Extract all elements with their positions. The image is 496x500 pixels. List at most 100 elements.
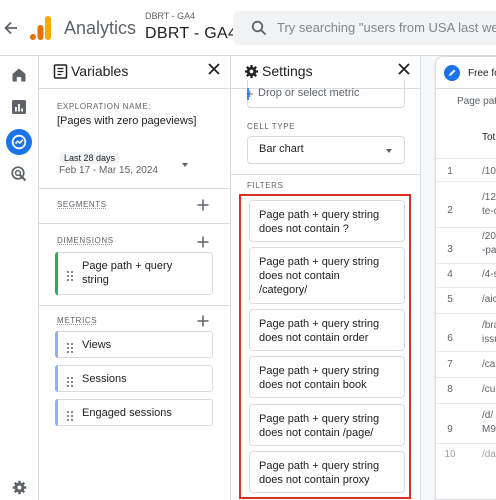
- date-range-selector[interactable]: Last 28 days Feb 17 - Mar 15, 2024: [51, 150, 201, 180]
- search-icon: [251, 20, 267, 36]
- top-bar: Analytics DBRT - GA4 DBRT - GA4 Try sear…: [0, 0, 496, 56]
- analytics-logo-icon[interactable]: [30, 16, 52, 40]
- dimension-column-label: Page path: [457, 96, 496, 107]
- drop-metric-text[interactable]: Drop or select metric: [258, 87, 359, 99]
- divider: [436, 227, 496, 228]
- divider: [436, 351, 496, 352]
- variables-header: Variables: [39, 56, 230, 86]
- property-name[interactable]: DBRT - GA4: [145, 25, 237, 43]
- dimension-name-cont: string: [82, 274, 109, 286]
- table-cell: /10: [482, 166, 496, 177]
- divider: [436, 403, 496, 404]
- row-number: 3: [447, 244, 453, 255]
- filter-text: Page path + query string does not contain…: [259, 365, 380, 391]
- table-cell: -pa: [482, 245, 496, 256]
- filter-chip[interactable]: Page path + query string does not contain…: [249, 451, 405, 493]
- divider: [39, 305, 230, 306]
- row-number: 6: [447, 333, 453, 344]
- divider: [231, 174, 420, 175]
- divider: [436, 287, 496, 288]
- exploration-name-label: EXPLORATION NAME:: [57, 102, 152, 111]
- filter-chip[interactable]: Page path + query string does not contain…: [249, 356, 405, 398]
- exploration-name-field[interactable]: [Pages with zero pageviews]: [57, 115, 196, 127]
- dimension-name: Page path + query: [82, 260, 173, 272]
- drag-handle-icon[interactable]: [67, 408, 73, 421]
- advertising-icon[interactable]: [10, 165, 28, 183]
- filters-highlight-box: Page path + query string does not contain…: [239, 194, 411, 499]
- metric-color-bar: [55, 365, 58, 392]
- divider: [436, 377, 496, 378]
- free-form-tab: Free fo Page path Tot 1 /10 2 /12 te-c 3…: [435, 56, 496, 500]
- metric-chip-views[interactable]: Views: [55, 331, 213, 358]
- row-number: 8: [447, 384, 453, 395]
- back-arrow-icon[interactable]: [4, 18, 22, 38]
- close-icon[interactable]: [207, 62, 221, 76]
- plus-icon: +: [246, 86, 254, 101]
- divider: [39, 223, 230, 224]
- table-cell: /12: [482, 192, 496, 203]
- filter-text: Page path + query string does not contain…: [259, 413, 380, 439]
- divider: [436, 443, 496, 444]
- divider: [436, 263, 496, 264]
- table-cell: /bra: [482, 320, 496, 331]
- variables-panel: Variables EXPLORATION NAME: [Pages with …: [38, 56, 230, 500]
- add-metric-plus-icon[interactable]: [197, 314, 209, 327]
- dimension-color-bar: [55, 252, 58, 295]
- table-cell: issu: [482, 334, 496, 345]
- segments-label: SEGMENTS: [57, 200, 107, 209]
- drag-handle-icon[interactable]: [67, 268, 73, 281]
- edit-pencil-icon[interactable]: [444, 65, 460, 81]
- settings-panel: Settings + Drop or select metric CELL TY…: [230, 56, 420, 500]
- account-breadcrumb[interactable]: DBRT - GA4: [145, 11, 195, 21]
- divider: [436, 313, 496, 314]
- filter-text: Page path + query string does not contain…: [259, 318, 380, 344]
- filter-chip[interactable]: Page path + query string does not contain…: [249, 247, 405, 304]
- filter-chip[interactable]: Page path + query string does not contain…: [249, 200, 405, 242]
- report-panel: Free fo Page path Tot 1 /10 2 /12 te-c 3…: [420, 56, 496, 500]
- left-nav-rail: [0, 56, 38, 500]
- table-cell: /aic: [482, 294, 496, 305]
- row-number: 9: [447, 424, 453, 435]
- metric-chip-engaged-sessions[interactable]: Engaged sessions: [55, 399, 213, 426]
- metrics-label: METRICS: [57, 316, 98, 325]
- filter-text: Page path + query string does not contain…: [259, 256, 380, 296]
- settings-title: Settings: [262, 63, 313, 79]
- row-number: 4: [447, 269, 453, 280]
- variables-icon: [53, 64, 68, 79]
- metric-name: Sessions: [82, 373, 127, 385]
- table-cell: /cu: [482, 384, 496, 395]
- add-dimension-plus-icon[interactable]: [197, 235, 209, 248]
- row-number: 10: [444, 449, 456, 460]
- table-cell: /ca: [482, 359, 496, 370]
- total-column-header: Tot: [482, 132, 496, 143]
- row-number: 7: [447, 359, 453, 370]
- drag-handle-icon[interactable]: [67, 374, 73, 387]
- add-segment-plus-icon[interactable]: [197, 198, 209, 211]
- explore-icon[interactable]: [6, 129, 32, 155]
- close-icon[interactable]: [397, 62, 411, 76]
- metric-chip-sessions[interactable]: Sessions: [55, 365, 213, 392]
- cell-type-select[interactable]: Bar chart: [247, 136, 405, 164]
- divider: [39, 88, 230, 89]
- tab-free-form[interactable]: Free fo: [468, 68, 496, 79]
- row-number: 5: [447, 294, 453, 305]
- metric-name: Engaged sessions: [82, 407, 172, 419]
- reports-icon[interactable]: [10, 98, 28, 116]
- cell-type-value: Bar chart: [259, 143, 304, 155]
- metric-color-bar: [55, 331, 58, 358]
- search-bar[interactable]: Try searching "users from USA last week": [233, 11, 496, 45]
- admin-gear-icon[interactable]: [12, 480, 27, 495]
- home-icon[interactable]: [10, 66, 28, 84]
- table-cell: /4-s: [482, 269, 496, 280]
- filter-chip[interactable]: Page path + query string does not contain…: [249, 309, 405, 351]
- divider: [436, 181, 496, 182]
- filter-chip[interactable]: Page path + query string does not contain…: [249, 404, 405, 446]
- dimensions-label: DIMENSIONS: [57, 236, 114, 245]
- table-cell: /20: [482, 231, 496, 242]
- table-cell: /da: [482, 449, 496, 460]
- cell-type-label: CELL TYPE: [247, 122, 296, 131]
- drag-handle-icon[interactable]: [67, 340, 73, 353]
- filter-text: Page path + query string does not contain…: [259, 209, 380, 235]
- search-input[interactable]: Try searching "users from USA last week": [277, 20, 496, 35]
- dimension-chip-page-path[interactable]: Page path + query string: [55, 252, 213, 295]
